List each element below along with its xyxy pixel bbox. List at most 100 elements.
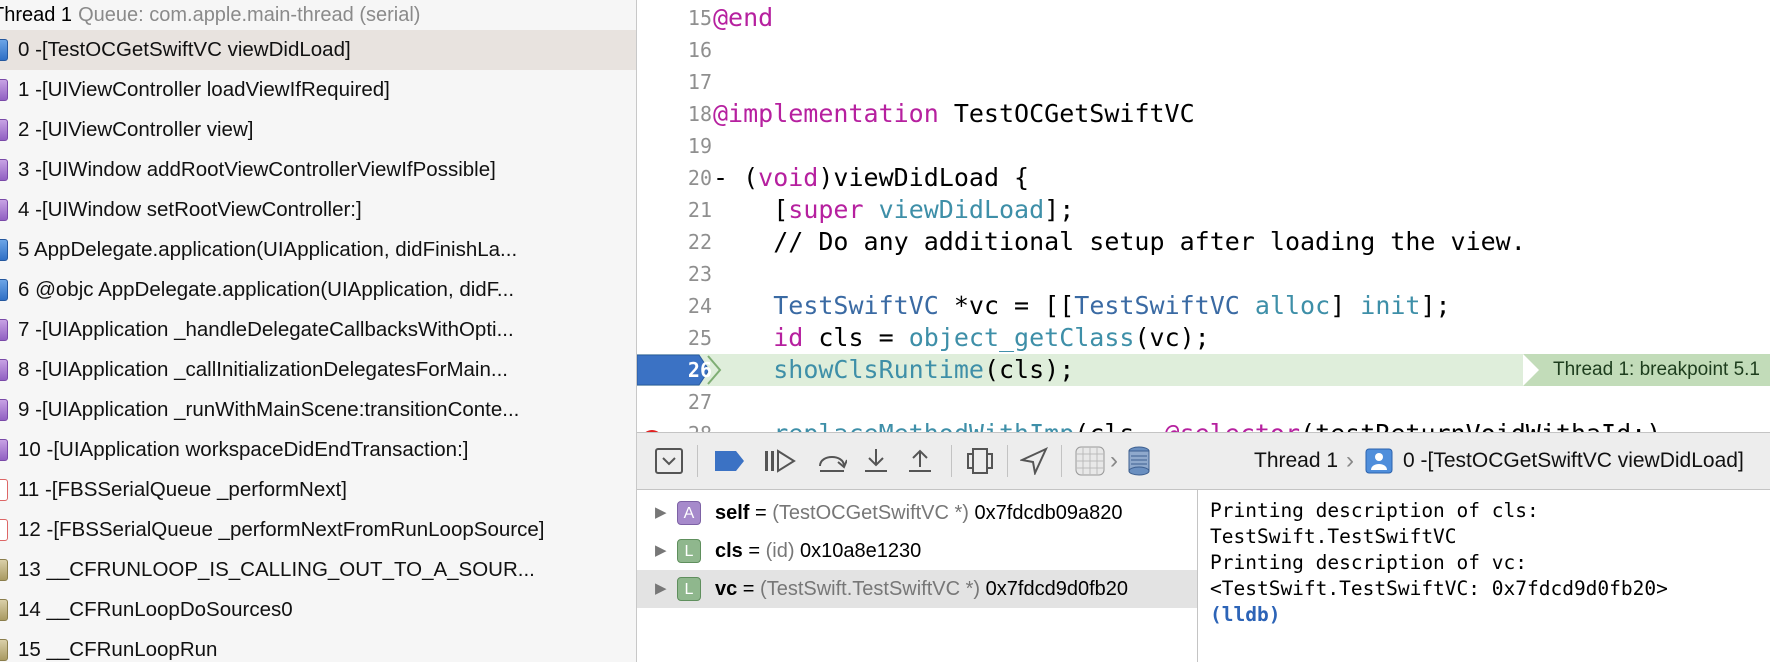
disclosure-triangle-icon[interactable]: ▶: [655, 532, 667, 570]
code-token: )viewDidLoad {: [818, 163, 1030, 192]
line-number[interactable]: 16: [637, 34, 725, 66]
code-line[interactable]: 16: [637, 34, 1770, 66]
line-number[interactable]: 19: [637, 130, 725, 162]
code-line[interactable]: ! 28 replaceMethodWithImp(cls, @selector…: [637, 418, 1770, 432]
debug-navigator: Thread 1 Queue: com.apple.main-thread (se…: [0, 0, 637, 662]
continue-button[interactable]: [763, 445, 797, 477]
code-line[interactable]: 17: [637, 66, 1770, 98]
disclosure-triangle-icon[interactable]: ▶: [655, 494, 667, 532]
code-line[interactable]: 20 - (void)viewDidLoad {: [637, 162, 1770, 194]
line-number[interactable]: 15: [637, 2, 725, 34]
variable-equals: =: [737, 578, 761, 600]
code-text: replaceMethodWithImp(cls, @selector(test…: [713, 418, 1661, 432]
separator: [1007, 445, 1008, 477]
stack-frame[interactable]: 0 -[TestOCGetSwiftVC viewDidLoad]: [0, 30, 636, 70]
code-line[interactable]: 19: [637, 130, 1770, 162]
line-number[interactable]: 28: [637, 418, 725, 432]
variable-equals: =: [749, 502, 773, 524]
user-frame-icon: [1365, 448, 1393, 474]
stack-frame[interactable]: 13 __CFRUNLOOP_IS_CALLING_OUT_TO_A_SOUR.…: [0, 550, 636, 590]
user-code-icon: [0, 279, 8, 301]
stack-frame[interactable]: 2 -[UIViewController view]: [0, 110, 636, 150]
stack-frame[interactable]: 5 AppDelegate.application(UIApplication,…: [0, 230, 636, 270]
fbs-frame-icon: [0, 479, 8, 501]
code-line[interactable]: 23: [637, 258, 1770, 290]
code-token: (vc);: [1134, 323, 1210, 352]
code-line[interactable]: 18 @implementation TestOCGetSwiftVC: [637, 98, 1770, 130]
view-hierarchy-button[interactable]: [963, 445, 997, 477]
process-button[interactable]: [1122, 445, 1156, 477]
stack-frame[interactable]: 12 -[FBSSerialQueue _performNextFromRunL…: [0, 510, 636, 550]
console-line: Printing description of cls:: [1210, 499, 1539, 522]
line-number[interactable]: 23: [637, 258, 725, 290]
variable-value: 0x10a8e1230: [794, 540, 922, 562]
lldb-prompt[interactable]: (lldb): [1210, 602, 1760, 628]
line-number[interactable]: 21: [637, 194, 725, 226]
variable-type: (id): [765, 540, 795, 562]
simulate-location-button[interactable]: [1017, 445, 1051, 477]
frame-label: 6 @objc AppDelegate.application(UIApplic…: [18, 278, 515, 301]
debug-console[interactable]: Printing description of cls: TestSwift.T…: [1198, 490, 1770, 662]
step-out-button[interactable]: [903, 445, 937, 477]
variable-type: (TestSwift.TestSwiftVC *): [760, 578, 981, 600]
frame-label: 12 -[FBSSerialQueue _performNextFromRunL…: [18, 518, 545, 541]
breadcrumb-thread[interactable]: Thread 1: [1254, 433, 1338, 489]
line-number[interactable]: 24: [637, 290, 725, 322]
stack-frame[interactable]: 1 -[UIViewController loadViewIfRequired]: [0, 70, 636, 110]
stack-frame[interactable]: 4 -[UIWindow setRootViewController:]: [0, 190, 636, 230]
app-target-button[interactable]: [1073, 445, 1107, 477]
variable-row[interactable]: ▶ A self = (TestOCGetSwiftVC *) 0x7fdcdb…: [637, 494, 1197, 532]
line-number[interactable]: 27: [637, 386, 725, 418]
step-over-button[interactable]: [815, 445, 849, 477]
stack-frame[interactable]: 11 -[FBSSerialQueue _performNext]: [0, 470, 636, 510]
view-hierarchy-icon: [967, 448, 993, 474]
stack-frame[interactable]: 15 __CFRunLoopRun: [0, 630, 636, 662]
line-number[interactable]: 20: [637, 162, 725, 194]
code-line[interactable]: 21 [super viewDidLoad];: [637, 194, 1770, 226]
frame-label: 9 -[UIApplication _runWithMainScene:tran…: [18, 398, 520, 421]
objc-frame-icon: [0, 319, 8, 341]
stack-frame[interactable]: 8 -[UIApplication _callInitializationDel…: [0, 350, 636, 390]
hide-debug-area-button[interactable]: [652, 445, 686, 477]
line-number[interactable]: 18: [637, 98, 725, 130]
breakpoints-toggle-button[interactable]: [713, 445, 747, 477]
breadcrumb-frame[interactable]: 0 -[TestOCGetSwiftVC viewDidLoad]: [1403, 433, 1744, 489]
variable-row[interactable]: ▶ L vc = (TestSwift.TestSwiftVC *) 0x7fd…: [637, 570, 1197, 608]
line-number[interactable]: 17: [637, 66, 725, 98]
frame-label: 15 __CFRunLoopRun: [18, 638, 218, 661]
line-number[interactable]: 22: [637, 226, 725, 258]
line-number[interactable]: 26: [637, 354, 725, 386]
variable-row[interactable]: ▶ L cls = (id) 0x10a8e1230: [637, 532, 1197, 570]
variable-name: vc: [715, 578, 738, 600]
objc-frame-icon: [0, 79, 8, 101]
thread-header[interactable]: Thread 1 Queue: com.apple.main-thread (se…: [0, 0, 628, 30]
stack-frame[interactable]: 10 -[UIApplication workspaceDidEndTransa…: [0, 430, 636, 470]
breakpoint-badge[interactable]: Thread 1: breakpoint 5.1: [1522, 354, 1770, 386]
class-token: TestSwiftVC: [773, 291, 939, 320]
active-code-line[interactable]: 26 showClsRuntime(cls); Thread 1: breakp…: [637, 354, 1770, 386]
code-line[interactable]: 27: [637, 386, 1770, 418]
variable-name: cls: [715, 540, 743, 562]
stack-frame[interactable]: 7 -[UIApplication _handleDelegateCallbac…: [0, 310, 636, 350]
stack-frame[interactable]: 3 -[UIWindow addRootViewControllerViewIf…: [0, 150, 636, 190]
step-into-icon: [865, 449, 887, 472]
code-line[interactable]: 25 id cls = object_getClass(vc);: [637, 322, 1770, 354]
stack-frame[interactable]: 9 -[UIApplication _runWithMainScene:tran…: [0, 390, 636, 430]
code-token: *vc = [[: [938, 291, 1075, 320]
step-into-button[interactable]: [859, 445, 893, 477]
objc-frame-icon: [0, 399, 8, 421]
function-token: showClsRuntime: [773, 355, 984, 384]
separator: [697, 445, 698, 477]
argument-icon: A: [677, 501, 701, 525]
source-editor[interactable]: 15 @end 16 17 18 @implementation TestOCG…: [637, 0, 1770, 432]
code-line[interactable]: 24 TestSwiftVC *vc = [[TestSwiftVC alloc…: [637, 290, 1770, 322]
stack-frame[interactable]: 14 __CFRunLoopDoSources0: [0, 590, 636, 630]
code-line[interactable]: 22 // Do any additional setup after load…: [637, 226, 1770, 258]
debug-bar: › Thread 1 › 0 -[TestOCGetSwiftVC viewDi…: [637, 432, 1770, 490]
keyword-token: super: [788, 195, 864, 224]
disclosure-triangle-icon[interactable]: ▶: [655, 570, 667, 608]
code-line[interactable]: 15 @end: [637, 2, 1770, 34]
keyword-token: @end: [713, 3, 774, 32]
stack-frame[interactable]: 6 @objc AppDelegate.application(UIApplic…: [0, 270, 636, 310]
line-number[interactable]: 25: [637, 322, 725, 354]
